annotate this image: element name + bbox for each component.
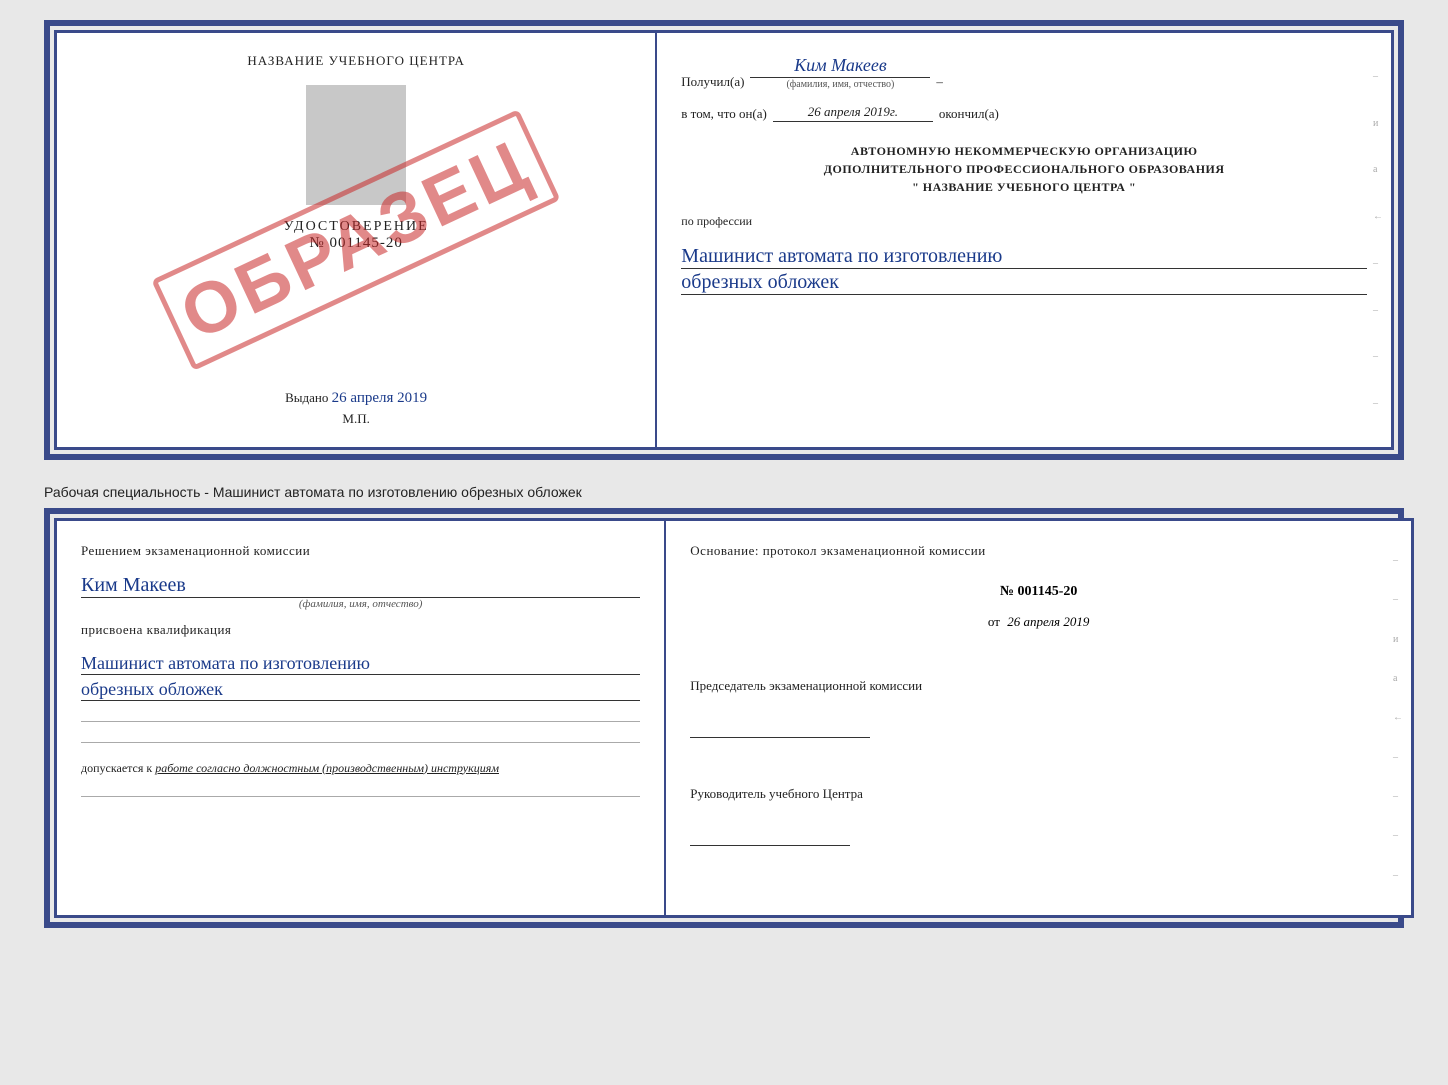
vydano-date: 26 апреля 2019 <box>332 390 428 406</box>
commission-chair-signature <box>690 714 870 738</box>
protocol-number: № 001145-20 <box>690 584 1387 600</box>
mp-label: М.П. <box>342 411 369 427</box>
received-label: Получил(а) <box>681 74 744 90</box>
bottom-right-margin: – – и а ← – – – – <box>1393 521 1411 915</box>
line1 <box>81 721 640 722</box>
cert-left-panel: НАЗВАНИЕ УЧЕБНОГО ЦЕНТРА ОБРАЗЕЦ УДОСТОВ… <box>57 33 657 447</box>
qual-line2: обрезных обложек <box>81 679 640 701</box>
commission-chair-label: Председатель экзаменационной комиссии <box>690 678 1387 694</box>
bottom-person-group: Ким Макеев (фамилия, имя, отчество) <box>81 572 640 610</box>
allowed-text-group: допускается к работе согласно должностны… <box>81 761 640 776</box>
allowed-prefix: допускается к <box>81 761 152 775</box>
decision-label: Решением экзаменационной комиссии <box>81 541 640 562</box>
profession-label: по профессии <box>681 214 1367 229</box>
profession-name-group: Машинист автомата по изготовлению обрезн… <box>681 243 1367 295</box>
org-line1: АВТОНОМНУЮ НЕКОММЕРЧЕСКУЮ ОРГАНИЗАЦИЮ <box>681 142 1367 160</box>
name-caption-top: (фамилия, имя, отчество) <box>750 79 930 90</box>
bottom-right-panel: Основание: протокол экзаменационной коми… <box>666 521 1411 915</box>
line2 <box>81 742 640 743</box>
received-row: Получил(а) Ким Макеев (фамилия, имя, отч… <box>681 53 1367 90</box>
qualification-name-group: Машинист автомата по изготовлению обрезн… <box>81 651 640 701</box>
doc-number: № 001145-20 <box>309 235 403 252</box>
received-name-group: Ким Макеев (фамилия, имя, отчество) <box>750 53 930 90</box>
right-margin: – и а ← – – – – <box>1373 33 1391 447</box>
bottom-left-panel: Решением экзаменационной комиссии Ким Ма… <box>57 521 666 915</box>
date-value: 26 апреля 2019 <box>1007 614 1089 629</box>
date-row: от 26 апреля 2019 <box>690 614 1387 630</box>
dash-1: – <box>936 74 943 90</box>
qual-line1: Машинист автомата по изготовлению <box>81 653 640 675</box>
top-certificate: НАЗВАНИЕ УЧЕБНОГО ЦЕНТРА ОБРАЗЕЦ УДОСТОВ… <box>54 30 1394 450</box>
in-that-prefix: в том, что он(а) <box>681 106 767 122</box>
org-block: АВТОНОМНУЮ НЕКОММЕРЧЕСКУЮ ОРГАНИЗАЦИЮ ДО… <box>681 142 1367 196</box>
photo-area <box>306 85 406 205</box>
doc-type-label: УДОСТОВЕРЕНИЕ <box>284 219 429 235</box>
date-prefix: от <box>988 614 1000 629</box>
finished-label: окончил(а) <box>939 106 999 122</box>
allowed-text: работе согласно должностным (производств… <box>155 761 499 775</box>
separator-text: Рабочая специальность - Машинист автомат… <box>44 476 1404 508</box>
line3 <box>81 796 640 797</box>
bottom-certificate: Решением экзаменационной комиссии Ким Ма… <box>54 518 1414 918</box>
cert-right-panel: Получил(а) Ким Макеев (фамилия, имя, отч… <box>657 33 1391 447</box>
bottom-person-name: Ким Макеев <box>81 574 640 598</box>
center-head-label: Руководитель учебного Центра <box>690 786 1387 802</box>
basis-label: Основание: протокол экзаменационной коми… <box>690 541 1387 562</box>
vydano-line: Выдано 26 апреля 2019 <box>285 360 427 407</box>
school-name-top: НАЗВАНИЕ УЧЕБНОГО ЦЕНТРА <box>247 53 464 69</box>
bottom-name-caption: (фамилия, имя, отчество) <box>81 598 640 610</box>
center-head-signature <box>690 822 850 846</box>
org-line2: ДОПОЛНИТЕЛЬНОГО ПРОФЕССИОНАЛЬНОГО ОБРАЗО… <box>681 160 1367 178</box>
qualification-label: присвоена квалификация <box>81 620 640 641</box>
org-line3: " НАЗВАНИЕ УЧЕБНОГО ЦЕНТРА " <box>681 178 1367 196</box>
profession-line2: обрезных обложек <box>681 271 1367 295</box>
completion-row: в том, что он(а) 26 апреля 2019г. окончи… <box>681 104 1367 122</box>
vydano-label: Выдано <box>285 390 328 405</box>
profession-line1: Машинист автомата по изготовлению <box>681 245 1367 269</box>
completion-date: 26 апреля 2019г. <box>773 104 933 122</box>
received-name: Ким Макеев <box>750 55 930 78</box>
